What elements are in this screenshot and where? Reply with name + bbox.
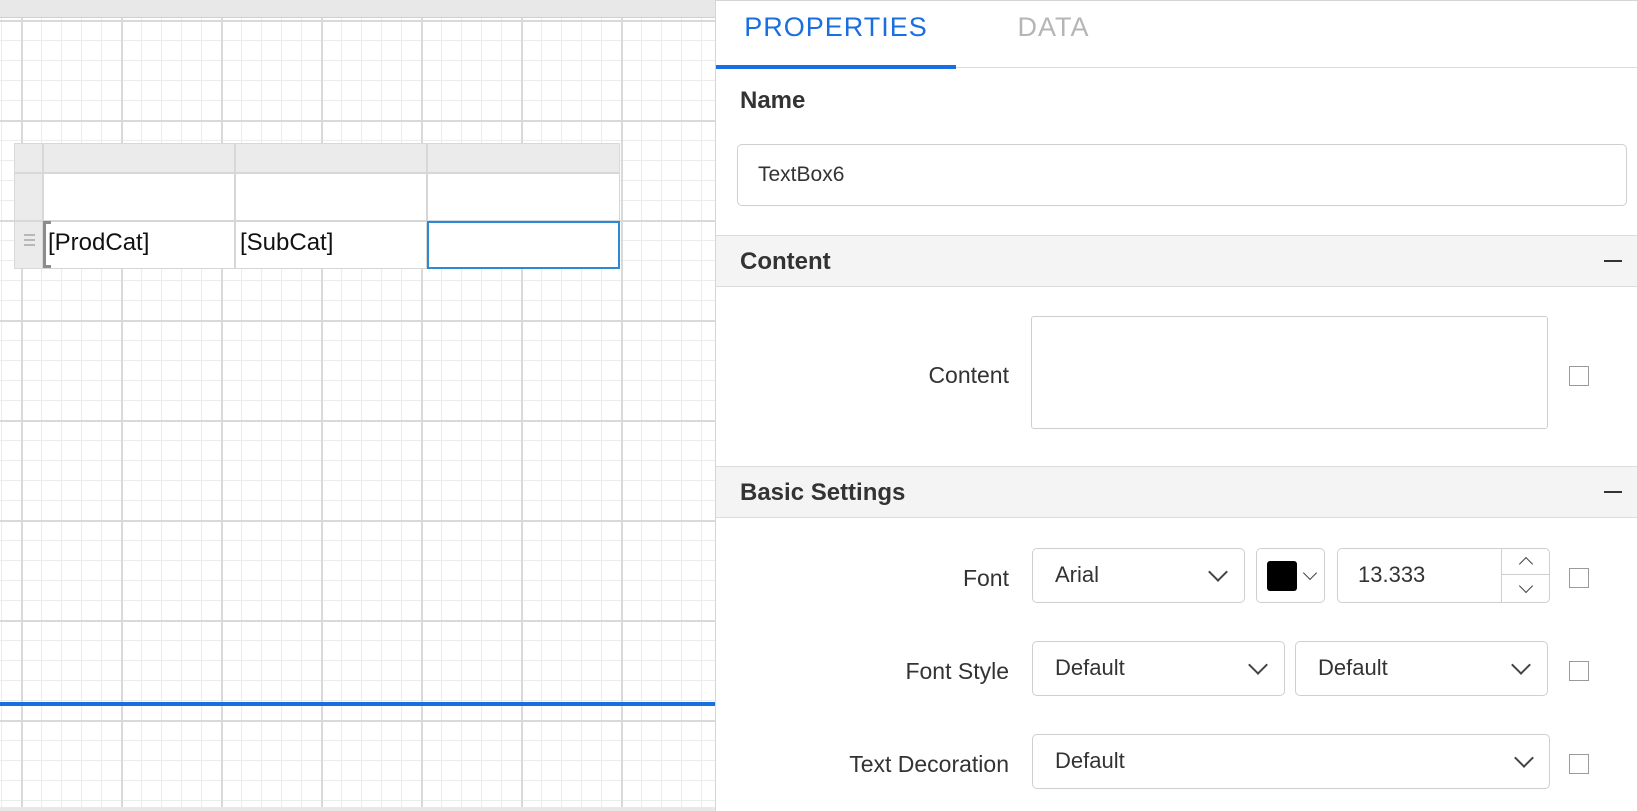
tablix-cell-selected[interactable] (427, 221, 620, 269)
spin-buttons (1501, 549, 1550, 602)
horizontal-ruler (0, 0, 715, 18)
font-weight-dropdown[interactable]: Default (1295, 641, 1548, 696)
text-decoration-checkbox[interactable] (1569, 754, 1589, 774)
name-label: Name (740, 87, 806, 114)
drag-handle-icon[interactable] (24, 234, 35, 252)
font-checkbox[interactable] (1569, 568, 1589, 588)
chevron-down-icon (1302, 565, 1318, 581)
tablix-cell[interactable] (427, 173, 620, 221)
column-handle-2[interactable] (235, 143, 427, 173)
chevron-down-icon (1511, 655, 1531, 675)
page-footer-boundary[interactable] (0, 702, 715, 706)
column-handle-3[interactable] (427, 143, 620, 173)
content-expression-field[interactable] (1031, 316, 1548, 429)
text-decoration-value: Default (1055, 748, 1125, 773)
design-canvas[interactable]: [ProdCat] [SubCat] (0, 0, 715, 811)
tablix-corner-handle[interactable] (14, 143, 43, 173)
chevron-down-icon (1208, 562, 1228, 582)
column-handle-1[interactable] (43, 143, 235, 173)
font-color-picker[interactable] (1256, 548, 1325, 603)
text-decoration-label: Text Decoration (849, 751, 1009, 777)
row-handle-2[interactable] (14, 221, 43, 269)
font-style-dropdown[interactable]: Default (1032, 641, 1285, 696)
tablix[interactable]: [ProdCat] [SubCat] (14, 143, 620, 269)
text-decoration-dropdown[interactable]: Default (1032, 734, 1550, 789)
color-swatch (1267, 561, 1297, 591)
content-label: Content (928, 362, 1009, 388)
font-family-value: Arial (1055, 562, 1100, 587)
font-style-checkbox[interactable] (1569, 661, 1589, 681)
minus-icon[interactable] (1604, 260, 1622, 262)
tablix-cell[interactable] (43, 173, 235, 221)
chevron-down-icon (1248, 655, 1268, 675)
name-input[interactable] (737, 144, 1627, 206)
panel-tabs: PROPERTIES DATA (716, 1, 1637, 69)
section-title: Content (740, 248, 831, 275)
font-size-value: 13.333 (1358, 562, 1426, 587)
row-group-indicator (43, 221, 51, 268)
increment-button[interactable] (1502, 549, 1550, 575)
section-title: Basic Settings (740, 479, 906, 506)
font-family-dropdown[interactable]: Arial (1032, 548, 1245, 603)
font-label: Font (962, 565, 1009, 591)
minus-icon[interactable] (1604, 491, 1622, 493)
chevron-up-icon (1518, 556, 1534, 572)
content-section-header[interactable]: Content (716, 235, 1637, 287)
chevron-down-icon (1514, 748, 1534, 768)
tablix-cell-prodcat[interactable]: [ProdCat] (43, 221, 235, 269)
tablix-cell-subcat[interactable]: [SubCat] (235, 221, 427, 269)
tab-properties[interactable]: PROPERTIES (716, 1, 956, 69)
basic-settings-section-header[interactable]: Basic Settings (716, 466, 1637, 518)
font-weight-value: Default (1318, 655, 1388, 680)
content-checkbox[interactable] (1569, 366, 1589, 386)
chevron-down-icon (1518, 578, 1534, 594)
properties-panel: PROPERTIES DATA Name Content Content Bas… (715, 0, 1637, 811)
row-handle-1[interactable] (14, 173, 43, 221)
font-size-stepper[interactable]: 13.333 (1337, 548, 1550, 603)
font-style-value: Default (1055, 655, 1125, 680)
tablix-cell[interactable] (235, 173, 427, 221)
tab-data[interactable]: DATA (956, 1, 1151, 68)
decrement-button[interactable] (1502, 576, 1550, 602)
font-style-label: Font Style (905, 658, 1009, 684)
canvas-bottom-edge (0, 807, 715, 811)
